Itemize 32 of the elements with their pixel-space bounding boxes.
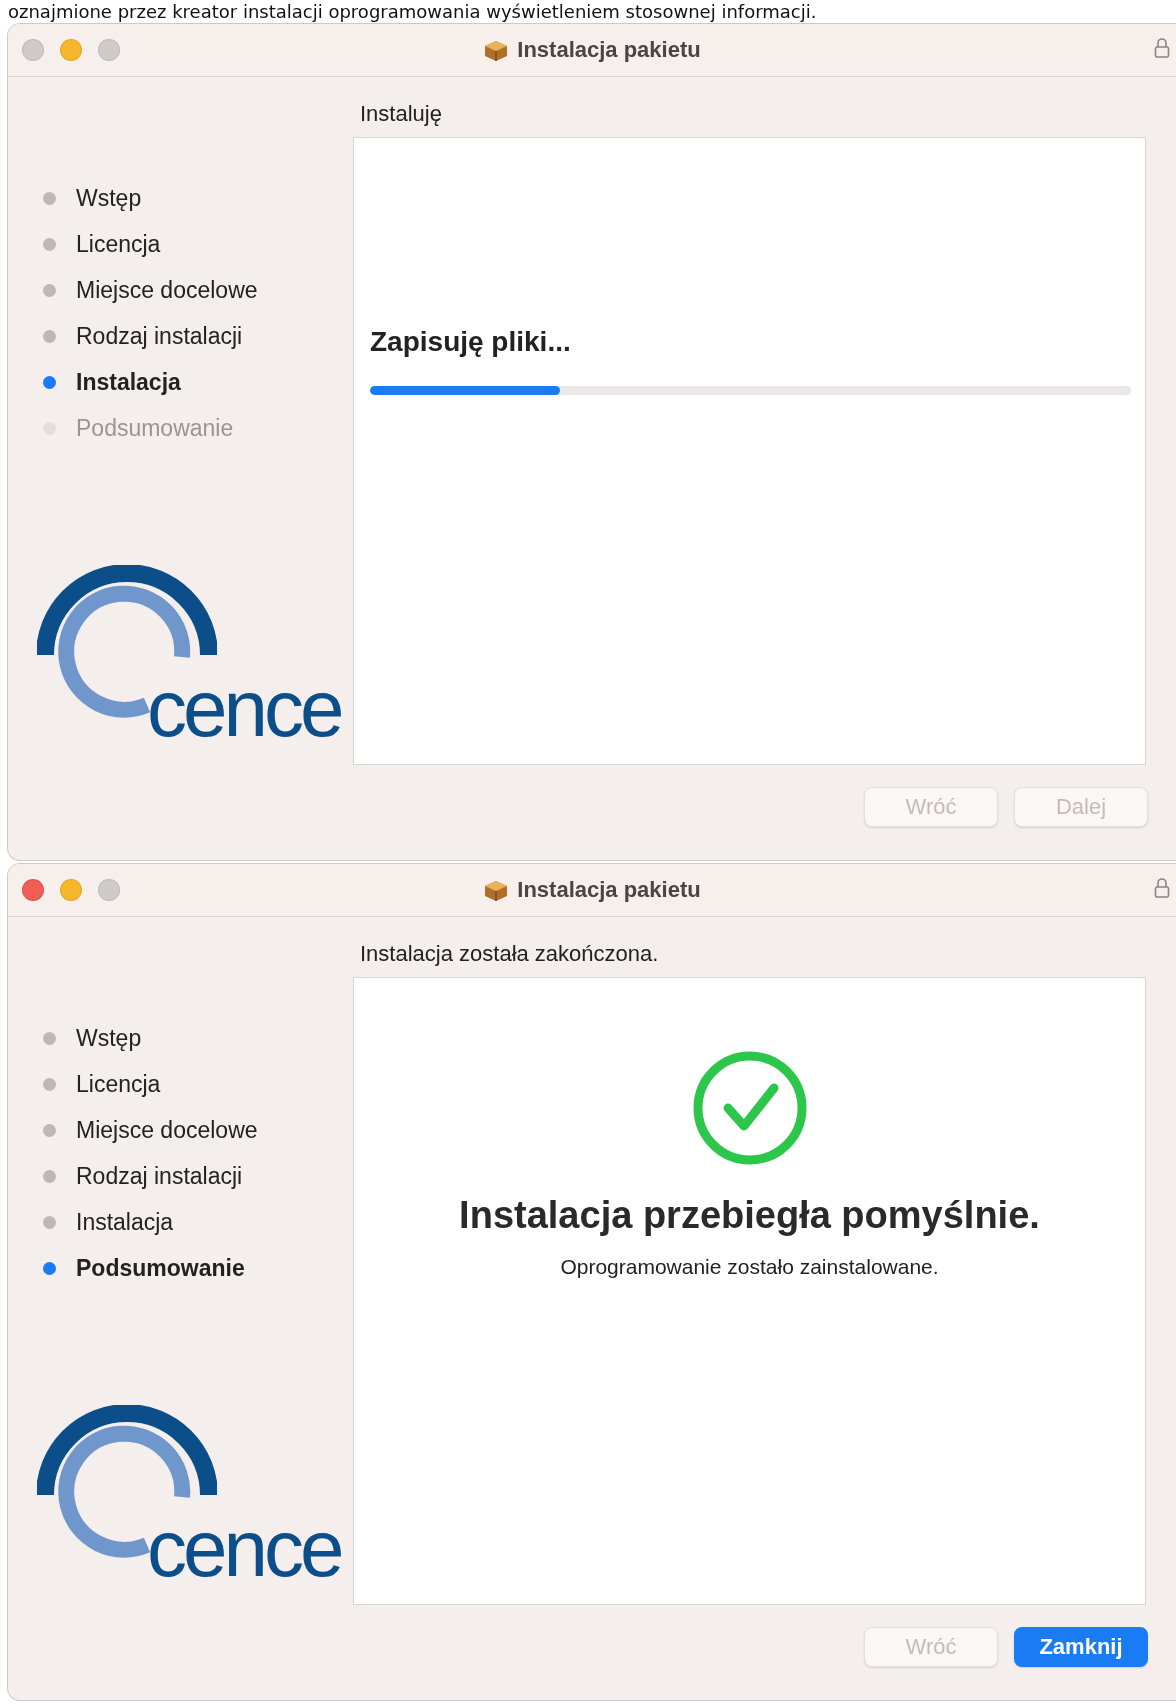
window-control[interactable]	[60, 38, 82, 61]
logo-text: cence	[147, 1508, 341, 1589]
window-control[interactable]	[98, 38, 120, 61]
window-control[interactable]	[22, 878, 44, 901]
step-item: Rodzaj instalacji	[43, 322, 353, 351]
step-item: Miejsce docelowe	[43, 1116, 353, 1145]
step-item: Wstęp	[43, 1024, 353, 1053]
status-text: Zapisuję pliki...	[370, 325, 572, 358]
checkmark-circle-icon	[691, 1049, 808, 1166]
step-item: Licencja	[43, 230, 353, 259]
step-item: Miejsce docelowe	[43, 276, 353, 305]
window-control[interactable]	[98, 878, 120, 901]
step-item: Instalacja	[43, 368, 353, 397]
window-title: Instalacja pakietu	[517, 876, 701, 903]
step-item: Wstęp	[43, 184, 353, 213]
lock-icon	[1154, 876, 1170, 899]
step-item: Podsumowanie	[43, 1254, 353, 1283]
page-heading: Instaluję	[359, 99, 443, 128]
logo-text: cence	[147, 668, 341, 749]
step-item: Rodzaj instalacji	[43, 1162, 353, 1191]
window-title: Instalacja pakietu	[517, 36, 701, 63]
step-item: Instalacja	[43, 1208, 353, 1237]
page-heading: Instalacja została zakończona.	[359, 939, 660, 968]
step-item: Podsumowanie	[43, 414, 353, 443]
window-control[interactable]	[22, 38, 44, 61]
caption-text: oznajmione przez kreator instalacji oprogramowania wyświetleniem stosownej informacji.	[8, 0, 817, 23]
primary-button[interactable]: Zamknij	[1014, 1627, 1148, 1668]
success-message: Oprogramowanie zostało zainstalowane.	[560, 1254, 939, 1279]
success-title: Instalacja przebiegła pomyślnie.	[459, 1193, 1040, 1237]
step-item: Licencja	[43, 1070, 353, 1099]
lock-icon	[1154, 36, 1170, 59]
window-control[interactable]	[60, 878, 82, 901]
